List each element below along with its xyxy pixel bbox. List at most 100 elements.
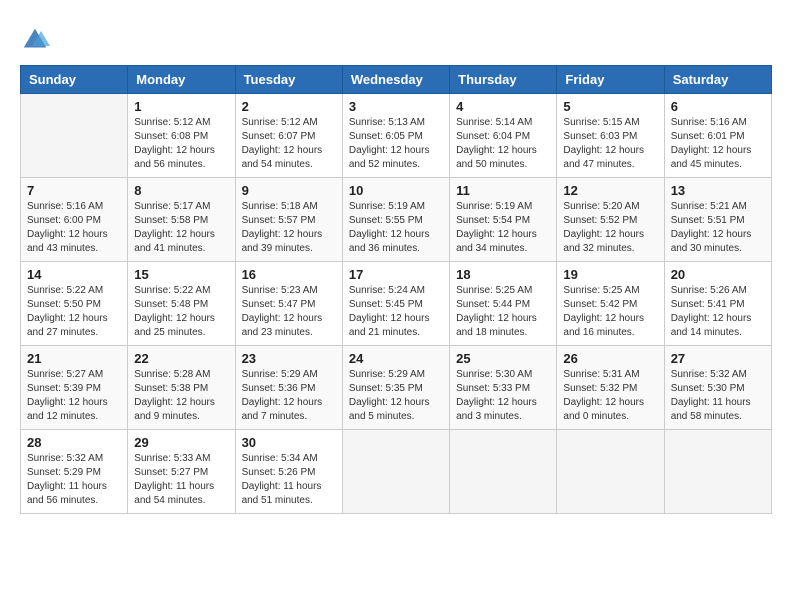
calendar-cell: 3 Sunrise: 5:13 AM Sunset: 6:05 PM Daylig… (342, 94, 449, 178)
calendar-cell: 30 Sunrise: 5:34 AM Sunset: 5:26 PM Dayli… (235, 430, 342, 514)
calendar-cell: 8 Sunrise: 5:17 AM Sunset: 5:58 PM Daylig… (128, 178, 235, 262)
calendar-cell (450, 430, 557, 514)
calendar-cell: 1 Sunrise: 5:12 AM Sunset: 6:08 PM Daylig… (128, 94, 235, 178)
day-number: 14 (27, 267, 121, 282)
day-info: Sunrise: 5:12 AM Sunset: 6:08 PM Dayligh… (134, 116, 228, 172)
calendar-cell: 12Sunrise: 5:20 AM Sunset: 5:52 PM Dayli… (557, 178, 664, 262)
calendar-cell: 10 Sunrise: 5:19 AM Sunset: 5:55 PM Dayli… (342, 178, 449, 262)
day-number: 16 (242, 267, 336, 282)
day-number: 19 (563, 267, 657, 282)
calendar-cell: 6 Sunrise: 5:16 AM Sunset: 6:01 PM Daylig… (664, 94, 771, 178)
day-number: 25 (456, 351, 550, 366)
day-number: 3 (349, 99, 443, 114)
day-info: Sunrise: 5:22 AM Sunset: 5:50 PM Dayligh… (27, 284, 121, 340)
calendar-week-4: 21 Sunrise: 5:27 AM Sunset: 5:39 PM Dayli… (21, 346, 772, 430)
day-number: 24 (349, 351, 443, 366)
day-info: Sunrise: 5:25 AM Sunset: 5:42 PM Dayligh… (563, 284, 657, 340)
day-number: 27 (671, 351, 765, 366)
day-info: Sunrise: 5:12 AM Sunset: 6:07 PM Dayligh… (242, 116, 336, 172)
calendar-cell: 21 Sunrise: 5:27 AM Sunset: 5:39 PM Dayli… (21, 346, 128, 430)
calendar-cell: 5 Sunrise: 5:15 AM Sunset: 6:03 PM Daylig… (557, 94, 664, 178)
day-number: 21 (27, 351, 121, 366)
day-info: Sunrise: 5:17 AM Sunset: 5:58 PM Dayligh… (134, 200, 228, 256)
weekday-header-friday: Friday (557, 66, 664, 94)
day-number: 6 (671, 99, 765, 114)
calendar-cell: 28Sunrise: 5:32 AM Sunset: 5:29 PM Dayli… (21, 430, 128, 514)
day-info: Sunrise: 5:29 AM Sunset: 5:35 PM Dayligh… (349, 368, 443, 424)
calendar-cell (557, 430, 664, 514)
calendar-week-5: 28Sunrise: 5:32 AM Sunset: 5:29 PM Dayli… (21, 430, 772, 514)
calendar-cell: 22 Sunrise: 5:28 AM Sunset: 5:38 PM Dayli… (128, 346, 235, 430)
calendar-cell: 13 Sunrise: 5:21 AM Sunset: 5:51 PM Dayli… (664, 178, 771, 262)
day-number: 8 (134, 183, 228, 198)
day-info: Sunrise: 5:15 AM Sunset: 6:03 PM Dayligh… (563, 116, 657, 172)
calendar-cell: 14 Sunrise: 5:22 AM Sunset: 5:50 PM Dayli… (21, 262, 128, 346)
day-info: Sunrise: 5:33 AM Sunset: 5:27 PM Dayligh… (134, 452, 228, 508)
day-number: 29 (134, 435, 228, 450)
day-info: Sunrise: 5:24 AM Sunset: 5:45 PM Dayligh… (349, 284, 443, 340)
calendar-cell: 11Sunrise: 5:19 AM Sunset: 5:54 PM Dayli… (450, 178, 557, 262)
day-info: Sunrise: 5:19 AM Sunset: 5:55 PM Dayligh… (349, 200, 443, 256)
day-info: Sunrise: 5:27 AM Sunset: 5:39 PM Dayligh… (27, 368, 121, 424)
day-number: 4 (456, 99, 550, 114)
day-info: Sunrise: 5:22 AM Sunset: 5:48 PM Dayligh… (134, 284, 228, 340)
day-number: 5 (563, 99, 657, 114)
day-number: 20 (671, 267, 765, 282)
day-info: Sunrise: 5:32 AM Sunset: 5:30 PM Dayligh… (671, 368, 765, 424)
calendar-week-1: 1 Sunrise: 5:12 AM Sunset: 6:08 PM Daylig… (21, 94, 772, 178)
day-number: 26 (563, 351, 657, 366)
logo (20, 25, 54, 55)
day-number: 2 (242, 99, 336, 114)
calendar-cell: 29 Sunrise: 5:33 AM Sunset: 5:27 PM Dayli… (128, 430, 235, 514)
day-info: Sunrise: 5:28 AM Sunset: 5:38 PM Dayligh… (134, 368, 228, 424)
day-number: 13 (671, 183, 765, 198)
day-info: Sunrise: 5:13 AM Sunset: 6:05 PM Dayligh… (349, 116, 443, 172)
day-number: 30 (242, 435, 336, 450)
calendar-cell: 26 Sunrise: 5:31 AM Sunset: 5:32 PM Dayli… (557, 346, 664, 430)
calendar-cell: 9Sunrise: 5:18 AM Sunset: 5:57 PM Daylig… (235, 178, 342, 262)
day-number: 9 (242, 183, 336, 198)
calendar-cell: 4Sunrise: 5:14 AM Sunset: 6:04 PM Daylig… (450, 94, 557, 178)
day-number: 28 (27, 435, 121, 450)
day-number: 1 (134, 99, 228, 114)
calendar-week-3: 14 Sunrise: 5:22 AM Sunset: 5:50 PM Dayli… (21, 262, 772, 346)
weekday-header-monday: Monday (128, 66, 235, 94)
logo-icon (20, 25, 50, 55)
calendar-cell: 27 Sunrise: 5:32 AM Sunset: 5:30 PM Dayli… (664, 346, 771, 430)
calendar-table: SundayMondayTuesdayWednesdayThursdayFrid… (20, 65, 772, 514)
day-info: Sunrise: 5:19 AM Sunset: 5:54 PM Dayligh… (456, 200, 550, 256)
day-info: Sunrise: 5:31 AM Sunset: 5:32 PM Dayligh… (563, 368, 657, 424)
day-number: 23 (242, 351, 336, 366)
day-info: Sunrise: 5:26 AM Sunset: 5:41 PM Dayligh… (671, 284, 765, 340)
day-number: 12 (563, 183, 657, 198)
weekday-header-sunday: Sunday (21, 66, 128, 94)
calendar-cell: 18 Sunrise: 5:25 AM Sunset: 5:44 PM Dayli… (450, 262, 557, 346)
calendar-cell: 25Sunrise: 5:30 AM Sunset: 5:33 PM Dayli… (450, 346, 557, 430)
calendar-cell: 17Sunrise: 5:24 AM Sunset: 5:45 PM Dayli… (342, 262, 449, 346)
calendar-cell: 24 Sunrise: 5:29 AM Sunset: 5:35 PM Dayli… (342, 346, 449, 430)
day-number: 15 (134, 267, 228, 282)
day-number: 22 (134, 351, 228, 366)
calendar-week-2: 7Sunrise: 5:16 AM Sunset: 6:00 PM Daylig… (21, 178, 772, 262)
day-number: 18 (456, 267, 550, 282)
calendar-cell (342, 430, 449, 514)
day-info: Sunrise: 5:21 AM Sunset: 5:51 PM Dayligh… (671, 200, 765, 256)
weekday-header-wednesday: Wednesday (342, 66, 449, 94)
day-info: Sunrise: 5:16 AM Sunset: 6:01 PM Dayligh… (671, 116, 765, 172)
calendar-cell: 16 Sunrise: 5:23 AM Sunset: 5:47 PM Dayli… (235, 262, 342, 346)
weekday-header-row: SundayMondayTuesdayWednesdayThursdayFrid… (21, 66, 772, 94)
day-number: 10 (349, 183, 443, 198)
header (20, 20, 772, 55)
calendar-cell: 15 Sunrise: 5:22 AM Sunset: 5:48 PM Dayli… (128, 262, 235, 346)
day-info: Sunrise: 5:23 AM Sunset: 5:47 PM Dayligh… (242, 284, 336, 340)
weekday-header-saturday: Saturday (664, 66, 771, 94)
day-info: Sunrise: 5:16 AM Sunset: 6:00 PM Dayligh… (27, 200, 121, 256)
day-info: Sunrise: 5:25 AM Sunset: 5:44 PM Dayligh… (456, 284, 550, 340)
calendar-cell (664, 430, 771, 514)
day-info: Sunrise: 5:34 AM Sunset: 5:26 PM Dayligh… (242, 452, 336, 508)
calendar-cell: 23Sunrise: 5:29 AM Sunset: 5:36 PM Dayli… (235, 346, 342, 430)
calendar-cell: 2 Sunrise: 5:12 AM Sunset: 6:07 PM Daylig… (235, 94, 342, 178)
calendar-cell (21, 94, 128, 178)
calendar-cell: 19 Sunrise: 5:25 AM Sunset: 5:42 PM Dayli… (557, 262, 664, 346)
calendar-cell: 20 Sunrise: 5:26 AM Sunset: 5:41 PM Dayli… (664, 262, 771, 346)
